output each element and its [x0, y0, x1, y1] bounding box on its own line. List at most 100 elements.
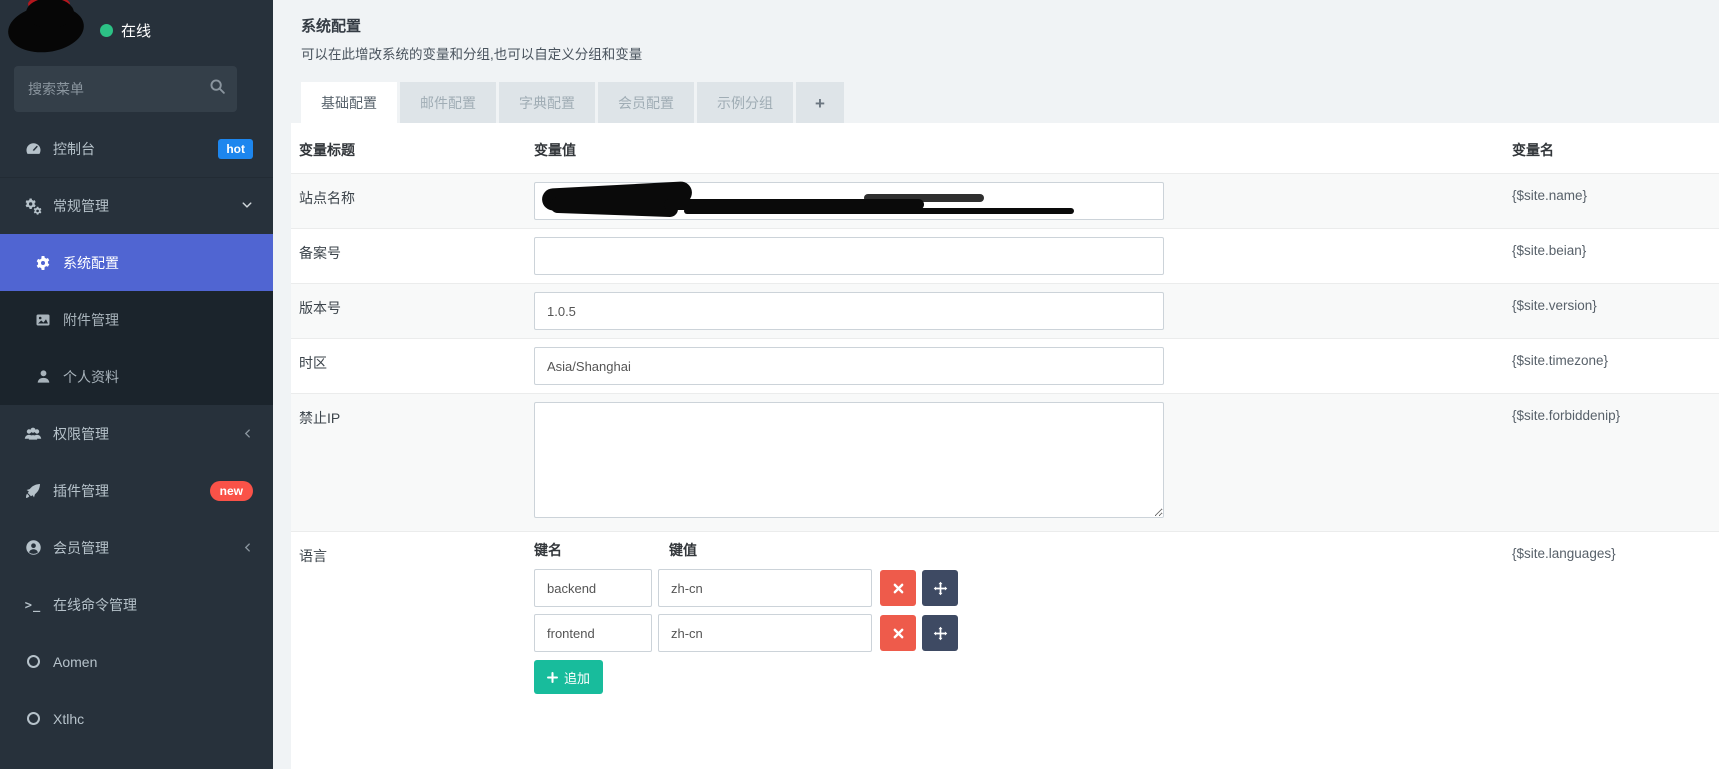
sidebar-item-label: Aomen — [53, 653, 98, 670]
table-row: 版本号 {$site.version} — [291, 283, 1719, 338]
new-badge: new — [209, 480, 253, 501]
chevron-left-icon — [242, 540, 253, 556]
online-status-dot — [100, 24, 113, 37]
kv-row — [534, 614, 1512, 652]
delete-row-button[interactable] — [880, 570, 916, 606]
language-key-input[interactable] — [534, 569, 652, 607]
sidebar-item-label: 插件管理 — [53, 482, 109, 499]
column-header-value: 变量值 — [534, 142, 576, 158]
redaction-scribble — [684, 208, 1074, 214]
gear-icon — [34, 255, 52, 271]
row-varname: {$site.name} — [1512, 188, 1588, 203]
tab-basic-config[interactable]: 基础配置 — [301, 82, 397, 125]
user-circle-icon — [24, 539, 42, 556]
row-title: 站点名称 — [299, 190, 355, 206]
sidebar-item-general[interactable]: 常规管理 — [0, 177, 273, 234]
page-header: 系统配置 可以在此增改系统的变量和分组,也可以自定义分组和变量 — [273, 0, 1719, 63]
forbidden-ip-textarea[interactable] — [534, 402, 1164, 518]
rocket-icon — [24, 483, 42, 499]
sidebar-item-dashboard[interactable]: 控制台 hot — [0, 120, 273, 177]
table-row: 站点名称 {$site.name} — [291, 173, 1719, 228]
dashboard-icon — [24, 140, 42, 157]
table-row: 语言 键名 键值 backend zh-cn frontend zh-cn 追加… — [291, 531, 1719, 754]
table-header: 变量标题 变量值 变量名 — [291, 123, 1719, 173]
tab-dictionary-config[interactable]: 字典配置 — [499, 82, 595, 125]
language-value-input[interactable] — [658, 569, 872, 607]
kv-value-header: 键值 — [669, 542, 697, 558]
sidebar-item-members[interactable]: 会员管理 — [0, 519, 273, 576]
chevron-down-icon — [241, 198, 253, 214]
row-varname: {$site.timezone} — [1512, 353, 1609, 368]
sidebar-item-attachments[interactable]: 附件管理 — [0, 291, 273, 348]
x-icon — [893, 628, 903, 638]
sidebar-item-plugins[interactable]: 插件管理 new — [0, 462, 273, 519]
add-group-tab[interactable]: + — [796, 82, 844, 125]
sidebar-item-label: 权限管理 — [53, 425, 109, 442]
plus-icon — [547, 671, 558, 683]
drag-row-button[interactable] — [922, 570, 958, 606]
sidebar: 在线 控制台 hot 常规管理 — [0, 0, 273, 769]
sidebar-item-permissions[interactable]: 权限管理 — [0, 405, 273, 462]
users-icon — [24, 426, 42, 442]
sidebar-item-label: 控制台 — [53, 140, 95, 157]
table-row: 时区 {$site.timezone} — [291, 338, 1719, 393]
sidebar-item-label: 会员管理 — [53, 539, 109, 556]
user-panel: 在线 — [0, 0, 273, 60]
sidebar-item-system-config[interactable]: 系统配置 — [0, 234, 273, 291]
sidebar-item-online-commands[interactable]: >_ 在线命令管理 — [0, 576, 273, 633]
menu-search-box[interactable] — [14, 66, 237, 112]
x-icon — [893, 583, 903, 593]
circle-icon — [24, 655, 42, 668]
move-icon — [933, 581, 947, 595]
kv-header: 键名 键值 — [534, 540, 1512, 560]
beian-input[interactable] — [534, 237, 1164, 275]
sidebar-item-label: 常规管理 — [53, 198, 109, 214]
row-varname: {$site.forbiddenip} — [1512, 408, 1621, 423]
sidebar-item-label: 系统配置 — [63, 254, 119, 271]
sidebar-item-profile[interactable]: 个人资料 — [0, 348, 273, 405]
language-value-input[interactable] — [658, 614, 872, 652]
timezone-input[interactable] — [534, 347, 1164, 385]
drag-row-button[interactable] — [922, 615, 958, 651]
search-input[interactable] — [28, 81, 209, 97]
search-icon — [209, 78, 226, 100]
row-varname: {$site.beian} — [1512, 243, 1587, 258]
kv-key-header: 键名 — [534, 542, 562, 558]
tab-mail-config[interactable]: 邮件配置 — [400, 82, 496, 125]
online-status-label: 在线 — [121, 23, 152, 40]
append-button[interactable]: 追加 — [534, 660, 604, 694]
tab-example-group[interactable]: 示例分组 — [697, 82, 793, 125]
user-icon — [34, 369, 52, 384]
row-title: 时区 — [299, 355, 327, 371]
table-row: 禁止IP {$site.forbiddenip} — [291, 393, 1719, 531]
sidebar-item-label: 在线命令管理 — [53, 596, 137, 613]
row-title: 备案号 — [299, 245, 341, 261]
redaction-scribble — [864, 194, 984, 202]
image-icon — [34, 312, 52, 328]
circle-icon — [24, 712, 42, 725]
tab-member-config[interactable]: 会员配置 — [598, 82, 694, 125]
sidebar-item-aomen[interactable]: Aomen — [0, 633, 273, 690]
row-title: 语言 — [299, 548, 327, 564]
gears-icon — [24, 198, 42, 215]
sidebar-item-xtlhc[interactable]: Xtlhc — [0, 690, 273, 747]
sidebar-item-label: 个人资料 — [63, 368, 119, 385]
general-submenu: 系统配置 附件管理 个人资料 — [0, 234, 273, 405]
column-header-title: 变量标题 — [299, 142, 355, 158]
move-icon — [933, 626, 947, 640]
row-title: 版本号 — [299, 300, 341, 316]
terminal-icon: >_ — [24, 597, 42, 612]
main-content: 系统配置 可以在此增改系统的变量和分组,也可以自定义分组和变量 基础配置 邮件配… — [273, 0, 1719, 769]
sidebar-item-label: 附件管理 — [63, 311, 119, 328]
page-subtitle: 可以在此增改系统的变量和分组,也可以自定义分组和变量 — [301, 47, 643, 62]
table-row: 备案号 {$site.beian} — [291, 228, 1719, 283]
config-group-tabs: 基础配置 邮件配置 字典配置 会员配置 示例分组 + — [301, 82, 1719, 125]
row-title: 禁止IP — [299, 410, 341, 426]
config-panel: 变量标题 变量值 变量名 站点名称 {$site.name} 备案号 {$sit… — [291, 123, 1719, 769]
avatar[interactable] — [5, 0, 92, 57]
language-key-input[interactable] — [534, 614, 652, 652]
column-header-name: 变量名 — [1512, 142, 1554, 158]
delete-row-button[interactable] — [880, 615, 916, 651]
sidebar-item-label: Xtlhc — [53, 710, 85, 727]
version-input[interactable] — [534, 292, 1164, 330]
